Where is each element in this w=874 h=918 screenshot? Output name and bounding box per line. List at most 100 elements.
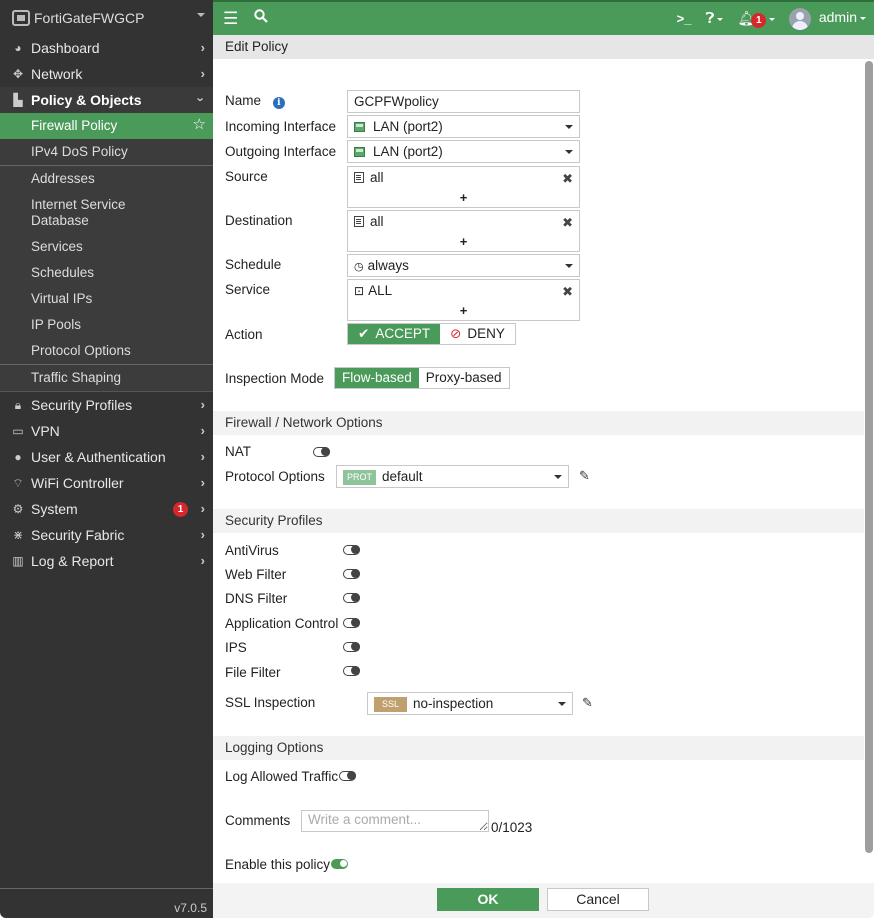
page-title: Edit Policy bbox=[213, 35, 874, 59]
antivirus-label: AntiVirus bbox=[225, 543, 279, 558]
dns-filter-toggle[interactable] bbox=[343, 593, 360, 603]
cli-console-icon[interactable]: >_ bbox=[677, 11, 692, 26]
sidebar-item-system[interactable]: ⚙ System 1 › bbox=[0, 496, 213, 522]
name-label-text: Name bbox=[225, 93, 262, 108]
file-filter-label: File Filter bbox=[225, 665, 281, 680]
sidebar-item-wifi-controller[interactable]: ⌔ WiFi Controller › bbox=[0, 470, 213, 496]
sidebar-item-vpn[interactable]: ▭ VPN › bbox=[0, 418, 213, 444]
sidebar-subitem-ipv4-dos-policy[interactable]: IPv4 DoS Policy bbox=[0, 139, 213, 165]
wifi-icon: ⌔ bbox=[12, 475, 24, 490]
add-service-button[interactable]: + bbox=[348, 300, 579, 321]
nat-toggle[interactable] bbox=[313, 447, 330, 457]
incoming-interface-label: Incoming Interface bbox=[225, 119, 337, 134]
hamburger-menu-icon[interactable]: ☰ bbox=[223, 9, 238, 29]
sidebar-subitem-ip-pools[interactable]: IP Pools bbox=[0, 312, 213, 338]
log-allowed-traffic-label: Log Allowed Traffic bbox=[225, 769, 339, 784]
ssl-inspection-value: no-inspection bbox=[413, 696, 494, 711]
service-field[interactable]: ⊡ ALL ✖ + bbox=[347, 279, 580, 321]
proxy-based-button[interactable]: Proxy-based bbox=[419, 368, 509, 388]
add-source-button[interactable]: + bbox=[348, 187, 579, 208]
sidebar-subitem-internet-service-database[interactable]: Internet Service Database bbox=[0, 192, 140, 234]
ips-label: IPS bbox=[225, 640, 247, 655]
device-selector[interactable]: FortiGateFWGCP bbox=[0, 0, 213, 35]
service-value: ALL bbox=[368, 283, 393, 298]
ips-toggle[interactable] bbox=[343, 642, 360, 652]
chevron-right-icon: › bbox=[200, 423, 205, 438]
scrollbar[interactable] bbox=[864, 59, 874, 883]
sidebar-subitem-traffic-shaping[interactable]: Traffic Shaping bbox=[0, 365, 213, 391]
file-filter-toggle[interactable] bbox=[343, 666, 360, 676]
user-menu[interactable]: admin bbox=[789, 7, 866, 30]
sidebar-item-label: Security Fabric bbox=[31, 527, 125, 543]
add-destination-button[interactable]: + bbox=[348, 231, 579, 252]
sidebar-item-label: VPN bbox=[31, 423, 60, 439]
lock-icon: 🔒︎ bbox=[14, 397, 22, 412]
inspection-mode-label: Inspection Mode bbox=[225, 371, 325, 386]
sidebar-subitem-protocol-options[interactable]: Protocol Options bbox=[0, 338, 213, 364]
chevron-right-icon: › bbox=[200, 66, 205, 81]
caret-down-icon bbox=[565, 125, 573, 133]
policy-icon: ▙ bbox=[13, 93, 23, 107]
application-control-toggle[interactable] bbox=[343, 618, 360, 628]
log-allowed-traffic-toggle[interactable] bbox=[339, 771, 356, 781]
sidebar-item-label: WiFi Controller bbox=[31, 475, 124, 491]
sidebar-subitem-services[interactable]: Services bbox=[0, 234, 213, 260]
section-security-profiles: Security Profiles bbox=[213, 509, 864, 533]
sidebar-item-security-profiles[interactable]: 🔒︎ Security Profiles › bbox=[0, 392, 213, 418]
source-field[interactable]: all ✖ + bbox=[347, 166, 580, 208]
flow-based-button[interactable]: Flow-based bbox=[335, 368, 419, 388]
sidebar-item-log-report[interactable]: ▥ Log & Report › bbox=[0, 548, 213, 574]
chevron-right-icon: › bbox=[200, 553, 205, 568]
source-value: all bbox=[370, 170, 384, 185]
remove-icon[interactable]: ✖ bbox=[562, 168, 573, 189]
dns-filter-label: DNS Filter bbox=[225, 591, 288, 606]
sidebar-item-label: Policy & Objects bbox=[31, 92, 142, 108]
deny-button[interactable]: ⊘ DENY bbox=[440, 324, 515, 344]
scrollbar-thumb[interactable] bbox=[865, 61, 873, 853]
sidebar-item-label: User & Authentication bbox=[31, 449, 166, 465]
schedule-select[interactable]: ◷ always bbox=[347, 254, 580, 277]
destination-field[interactable]: all ✖ + bbox=[347, 210, 580, 252]
web-filter-label: Web Filter bbox=[225, 567, 287, 582]
chevron-down-icon: › bbox=[193, 97, 209, 102]
web-filter-toggle[interactable] bbox=[343, 569, 360, 579]
cancel-button[interactable]: Cancel bbox=[547, 888, 649, 911]
sidebar-item-security-fabric[interactable]: ⋇ Security Fabric › bbox=[0, 522, 213, 548]
help-menu[interactable]: ❓︎ bbox=[705, 10, 724, 27]
accept-button[interactable]: ✔ ACCEPT bbox=[348, 324, 441, 344]
outgoing-interface-select[interactable]: LAN (port2) bbox=[347, 140, 580, 163]
enable-policy-toggle[interactable] bbox=[331, 859, 348, 869]
sidebar-subitem-firewall-policy[interactable]: Firewall Policy ☆ bbox=[0, 113, 213, 139]
sidebar-item-dashboard[interactable]: ◕ Dashboard › bbox=[0, 35, 213, 61]
comments-textarea[interactable] bbox=[301, 810, 489, 832]
remove-icon[interactable]: ✖ bbox=[562, 281, 573, 302]
caret-down-icon bbox=[717, 18, 724, 24]
sidebar-item-policy-objects[interactable]: ▙ Policy & Objects › bbox=[0, 87, 213, 113]
sidebar-item-user-authentication[interactable]: ● User & Authentication › bbox=[0, 444, 213, 470]
sidebar-subitem-addresses[interactable]: Addresses bbox=[0, 166, 213, 192]
sidebar-subitem-schedules[interactable]: Schedules bbox=[0, 260, 213, 286]
protocol-options-select[interactable]: PROT default bbox=[336, 465, 569, 488]
incoming-interface-select[interactable]: LAN (port2) bbox=[347, 115, 580, 138]
incoming-interface-value: LAN (port2) bbox=[373, 119, 443, 134]
notifications-menu[interactable]: 🔔︎1 bbox=[737, 10, 776, 28]
ssl-inspection-select[interactable]: SSL no-inspection bbox=[367, 692, 573, 715]
info-icon[interactable]: i bbox=[272, 97, 285, 109]
ok-button[interactable]: OK bbox=[437, 888, 539, 911]
protocol-options-value: default bbox=[382, 469, 423, 484]
name-input[interactable]: GCPFWpolicy bbox=[347, 90, 580, 113]
sidebar-item-network[interactable]: ✥ Network › bbox=[0, 61, 213, 87]
edit-pencil-icon[interactable]: ✎ bbox=[582, 695, 593, 711]
edit-pencil-icon[interactable]: ✎ bbox=[579, 468, 590, 484]
sidebar-item-label: Network bbox=[31, 66, 83, 82]
search-icon[interactable] bbox=[254, 9, 269, 28]
antivirus-toggle[interactable] bbox=[343, 545, 360, 555]
ssl-inspection-label: SSL Inspection bbox=[225, 695, 316, 710]
sidebar-item-label: Dashboard bbox=[31, 40, 100, 56]
caret-down-icon bbox=[565, 264, 573, 272]
sidebar-subitem-virtual-ips[interactable]: Virtual IPs bbox=[0, 286, 213, 312]
chevron-right-icon: › bbox=[200, 527, 205, 542]
favorite-star-icon[interactable]: ☆ bbox=[193, 117, 206, 133]
remove-icon[interactable]: ✖ bbox=[562, 212, 573, 233]
notification-badge: 1 bbox=[751, 12, 767, 28]
